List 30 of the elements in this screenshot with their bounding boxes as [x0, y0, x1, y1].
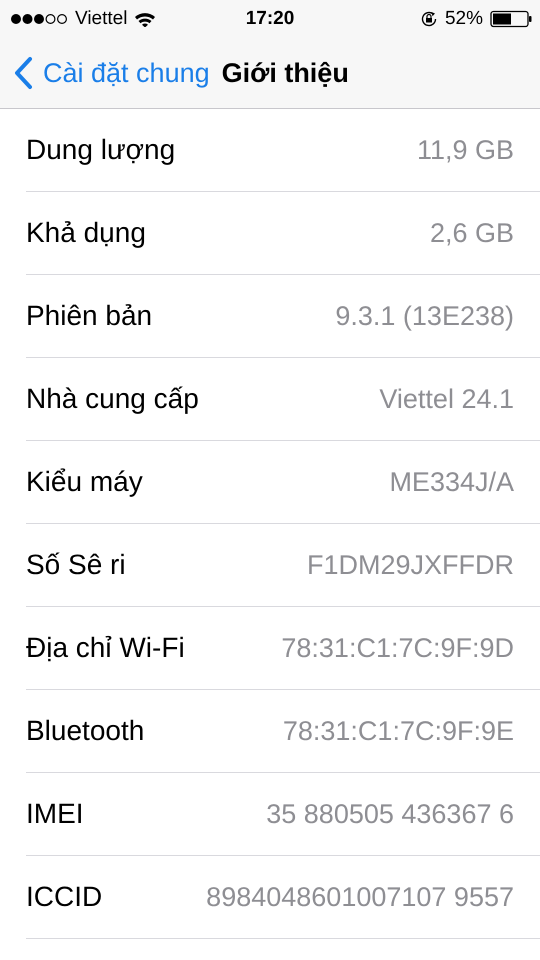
row-label: Số Sê ri — [26, 549, 126, 581]
row-value: Viettel 24.1 — [379, 384, 514, 414]
row-value: 2,6 GB — [430, 218, 514, 248]
row-value: 11,9 GB — [416, 134, 514, 166]
chevron-left-icon — [13, 56, 33, 90]
row-value: ME334J/A — [389, 466, 514, 498]
row-value: 8984048601007107 9557 — [206, 882, 514, 912]
clock-time: 17:20 — [246, 8, 294, 30]
row-value: 78:31:C1:7C:9F:9E — [282, 716, 514, 746]
row-label: Địa chỉ Wi-Fi — [26, 632, 185, 664]
row-label: ICCID — [26, 881, 102, 913]
row-value: 9.3.1 (13E238) — [335, 300, 514, 332]
row-value: 35 880505 436367 6 — [266, 798, 514, 830]
wifi-icon — [134, 11, 156, 27]
row-label: Phiên bản — [26, 300, 152, 332]
signal-icon — [10, 12, 68, 26]
row-value: F1DM29JXFFDR — [306, 550, 514, 580]
row-label: Nhà cung cấp — [26, 383, 199, 415]
battery-icon — [490, 10, 532, 28]
row-label: Khả dụng — [26, 217, 146, 249]
back-button[interactable]: Cài đặt chung — [13, 56, 210, 90]
row-label: Kiểu máy — [26, 466, 143, 498]
rotation-lock-icon — [420, 10, 438, 28]
row-value: 78:31:C1:7C:9F:9D — [281, 632, 514, 664]
page-title: Giới thiệu — [222, 58, 349, 88]
row-label: IMEI — [26, 798, 84, 830]
carrier-name: Viettel — [75, 8, 128, 30]
row-label: Bluetooth — [26, 715, 144, 747]
row-label: Dung lượng — [26, 134, 176, 166]
battery-percentage: 52% — [444, 8, 483, 30]
